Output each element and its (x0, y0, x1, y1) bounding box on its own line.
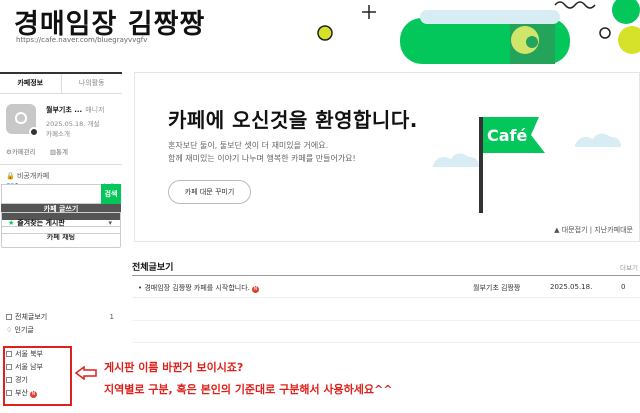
cafe-banner: 카페에 오신것을 환영합니다. 혼자보단 둘이, 둘보단 셋이 더 재미있을 거… (134, 72, 640, 242)
welcome-line-2: 함께 재미있는 이야기 나누며 행복한 카페를 만들어가요! (168, 154, 356, 163)
cafe-flag-icon: Café (433, 117, 621, 213)
cafe-url[interactable]: https://cafe.naver.com/bluegrayvvgfv (16, 36, 147, 44)
menu-all-posts[interactable]: 전체글보기 1 (6, 311, 120, 324)
profile-links: ⚙카페관리 ▥통계 (6, 146, 80, 156)
cafe-search: 검색 (1, 184, 121, 204)
more-link[interactable]: 더보기 (620, 262, 638, 272)
star-icon: ★ (8, 219, 15, 227)
search-input[interactable] (1, 184, 101, 204)
menu-top: 전체글보기 1 ♢ 인기글 (6, 311, 120, 337)
annotation-text: 게시판 이름 바뀐거 보이시죠? 지역별로 구분, 혹은 본인의 기준대로 구분… (104, 357, 392, 401)
cafe-profile: 월부기초 ... 매니저 2025.05.18. 개설 카페소개 ⚙카페관리 ▥통… (0, 94, 122, 164)
post-date: 2025.05.18. (550, 283, 593, 291)
post-title[interactable]: • 경매임장 김짱짱 카페를 시작합니다. N (138, 283, 259, 293)
tab-cafe-info[interactable]: 카페정보 (0, 74, 62, 93)
visibility-label: 🔒 비공개카페 (6, 172, 50, 180)
manager-badge-icon (29, 127, 39, 137)
tab-my-activity[interactable]: 나의활동 (62, 74, 123, 93)
board-icon (6, 314, 12, 320)
chevron-down-icon: ▾ (108, 219, 112, 227)
annotation-line-2: 지역별로 구분, 혹은 본인의 기준대로 구분해서 사용하세요^^ (104, 383, 393, 396)
cafe-created-date: 2025.05.18. 개설 (46, 120, 100, 128)
cafe-header: 경매임장 김짱짱 https://cafe.naver.com/bluegray… (0, 0, 640, 64)
banner-links[interactable]: ▲ 대문접기 | 지난카페대문 (554, 225, 633, 235)
manager-role: 매니저 (85, 106, 105, 114)
highlight-box (3, 346, 72, 406)
cafe-intro-link[interactable]: 카페소개 (46, 128, 70, 138)
decorate-banner-button[interactable]: 카페 대문 꾸미기 (168, 180, 251, 204)
sidebar-tabs: 카페정보 나의활동 (0, 72, 122, 94)
cafe-cup-icon (15, 112, 27, 124)
empty-row (132, 320, 640, 321)
welcome-line-1: 혼자보단 둘이, 둘보단 셋이 더 재미있을 거에요. (168, 141, 329, 150)
menu-popular[interactable]: ♢ 인기글 (6, 324, 120, 337)
manager-name[interactable]: 월부기초 ... 매니저 (46, 105, 105, 115)
welcome-heading: 카페에 오신것을 환영합니다. (168, 108, 418, 132)
header-decoration-icon (317, 0, 640, 64)
popular-icon: ♢ (6, 326, 15, 334)
annotation-line-1: 게시판 이름 바뀐거 보이시죠? (104, 361, 244, 374)
stats-link[interactable]: ▥통계 (50, 148, 74, 156)
empty-row (132, 342, 640, 343)
search-button[interactable]: 검색 (101, 184, 121, 204)
arrow-left-icon (75, 366, 97, 380)
cafe-avatar[interactable] (6, 104, 39, 137)
cafe-manage-link[interactable]: ⚙카페관리 (6, 148, 42, 156)
post-row[interactable]: • 경매임장 김짱짱 카페를 시작합니다. N 월부기초 김짱짱 2025.05.… (132, 276, 640, 298)
new-badge-icon: N (251, 286, 259, 293)
post-list-title[interactable]: 전체글보기 (132, 260, 173, 273)
cafe-logo-text: Café (487, 126, 528, 145)
post-views: 0 (621, 283, 626, 291)
post-author[interactable]: 월부기초 김짱짱 (473, 283, 520, 293)
favorite-boards-toggle[interactable]: ★ 즐겨찾는 게시판 ▾ (1, 212, 121, 234)
